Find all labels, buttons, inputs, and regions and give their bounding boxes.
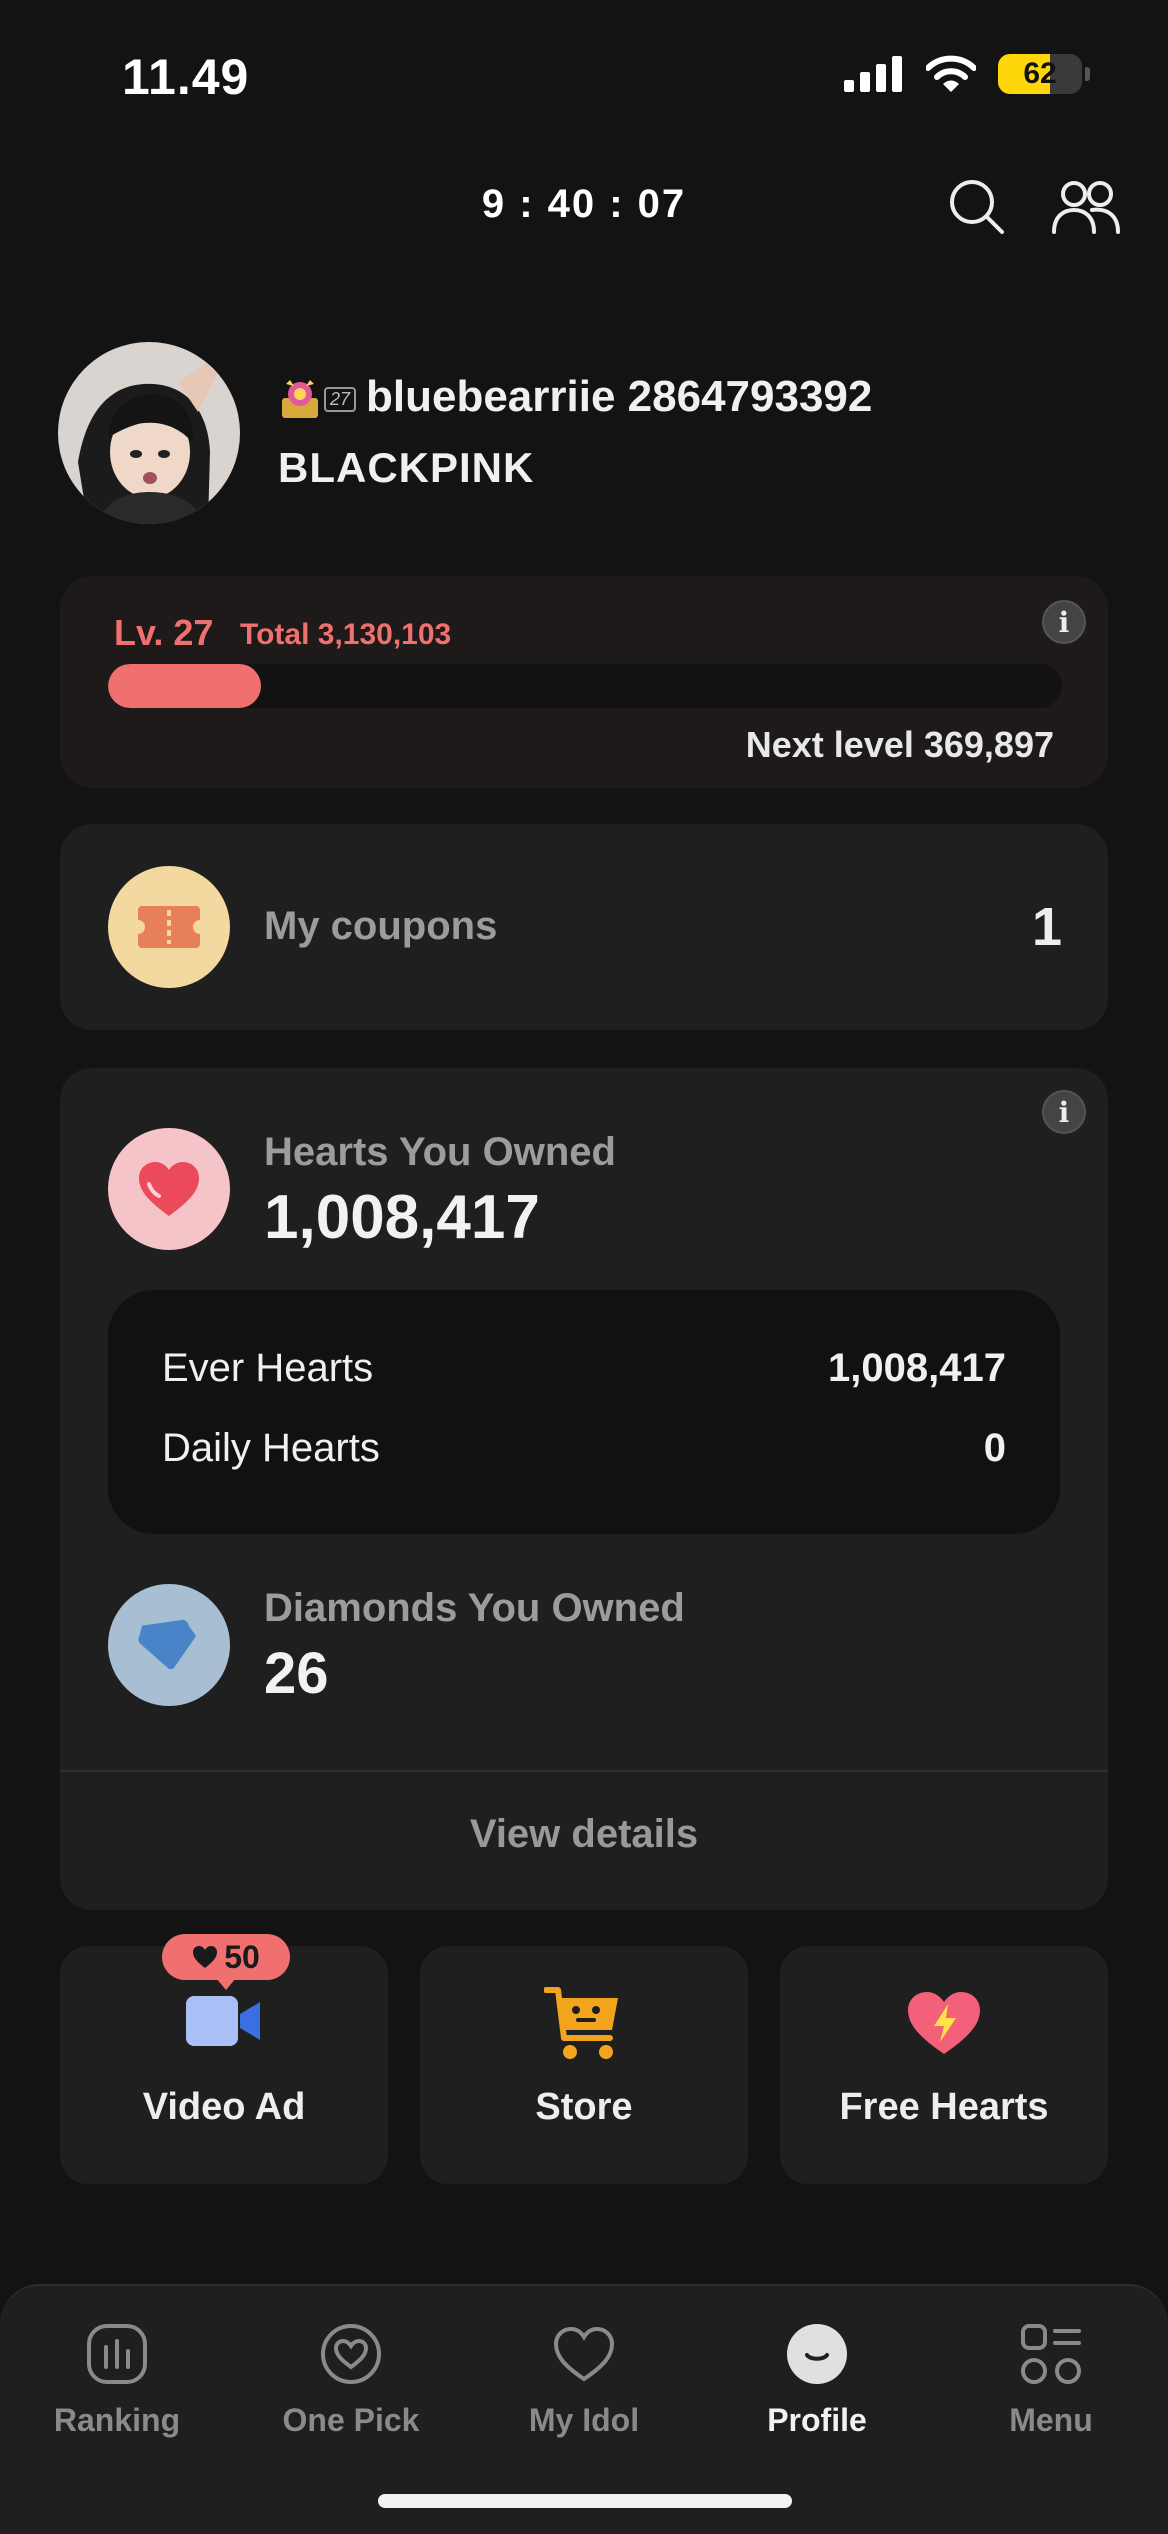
- battery-percent: 62: [1023, 57, 1057, 90]
- video-ad-label: Video Ad: [142, 2086, 306, 2128]
- nav-my-idol-label: My Idol: [528, 2402, 640, 2438]
- level-progress-bar: [108, 664, 1062, 708]
- level-progress-fill: [108, 664, 261, 708]
- assets-info-icon[interactable]: i: [1042, 1090, 1086, 1134]
- diamonds-value: 26: [264, 1641, 329, 1706]
- daily-hearts-label: Daily Hearts: [162, 1426, 380, 1470]
- video-ad-bonus-badge: 50: [162, 1934, 290, 1980]
- username: bluebearriie 2864793392: [366, 372, 873, 421]
- nav-ranking[interactable]: Ranking: [0, 2296, 234, 2439]
- ranking-icon: [87, 2324, 147, 2384]
- status-icons: 62: [844, 54, 1090, 94]
- profile-icon: [787, 2324, 847, 2384]
- hearts-value: 1,008,417: [264, 1183, 540, 1252]
- nav-menu-label: Menu: [1009, 2402, 1093, 2438]
- heart-small-icon: [193, 1946, 218, 1968]
- nav-my-idol[interactable]: My Idol: [467, 2296, 701, 2439]
- level-info-icon[interactable]: i: [1042, 600, 1086, 644]
- menu-grid-icon: [1021, 2324, 1081, 2384]
- hearts-breakdown: [108, 1290, 1060, 1534]
- level-label: Lv. 27: [114, 612, 214, 653]
- free-hearts-label: Free Hearts: [839, 2086, 1049, 2128]
- nav-profile[interactable]: Profile: [700, 2296, 934, 2439]
- coupons-label: My coupons: [264, 904, 498, 948]
- coupon-icon: [108, 866, 230, 988]
- one-pick-icon: [321, 2324, 381, 2384]
- hearts-label: Hearts You Owned: [264, 1130, 616, 1174]
- store-label: Store: [535, 2086, 633, 2128]
- heart-bolt-icon: [908, 1992, 980, 2054]
- search-icon[interactable]: [948, 178, 1006, 236]
- nav-menu[interactable]: Menu: [934, 2296, 1168, 2439]
- ever-hearts-value: 1,008,417: [828, 1346, 1006, 1390]
- level-total: Total 3,130,103: [240, 618, 452, 651]
- nav-profile-label: Profile: [767, 2402, 867, 2438]
- avatar[interactable]: [58, 342, 240, 524]
- diamond-icon: [108, 1584, 230, 1706]
- home-indicator[interactable]: [378, 2494, 792, 2508]
- video-ad-bonus-value: 50: [224, 1938, 260, 1975]
- wifi-icon: [926, 55, 976, 92]
- trophy-badge-icon: [282, 380, 318, 418]
- ever-hearts-label: Ever Hearts: [162, 1346, 374, 1390]
- status-time: 11.49: [122, 49, 250, 105]
- view-details-button[interactable]: View details: [60, 1812, 1108, 1857]
- level-badge: 27: [324, 386, 357, 412]
- nav-ranking-label: Ranking: [53, 2402, 181, 2438]
- level-badges: 27: [280, 378, 357, 420]
- cellular-signal-icon: [844, 56, 902, 92]
- video-camera-icon: [186, 1996, 260, 2046]
- favorite-group: BLACKPINK: [278, 444, 535, 491]
- coupons-count: 1: [1031, 897, 1062, 957]
- nav-one-pick[interactable]: One Pick: [234, 2296, 468, 2439]
- diamonds-label: Diamonds You Owned: [264, 1586, 685, 1630]
- nav-one-pick-label: One Pick: [282, 2402, 420, 2438]
- bubble-tail: [216, 1978, 236, 1990]
- free-hearts-tile[interactable]: Free Hearts: [780, 1946, 1108, 2184]
- daily-hearts-value: 0: [983, 1426, 1006, 1470]
- shopping-cart-icon: [544, 1987, 618, 2059]
- battery-indicator: 62: [998, 54, 1082, 94]
- next-level: Next level 369,897: [745, 724, 1054, 765]
- heart-icon: [108, 1128, 230, 1250]
- friends-icon[interactable]: [1050, 178, 1122, 236]
- store-tile[interactable]: Store: [420, 1946, 748, 2184]
- divider: [60, 1770, 1108, 1772]
- my-idol-icon: [553, 2326, 615, 2382]
